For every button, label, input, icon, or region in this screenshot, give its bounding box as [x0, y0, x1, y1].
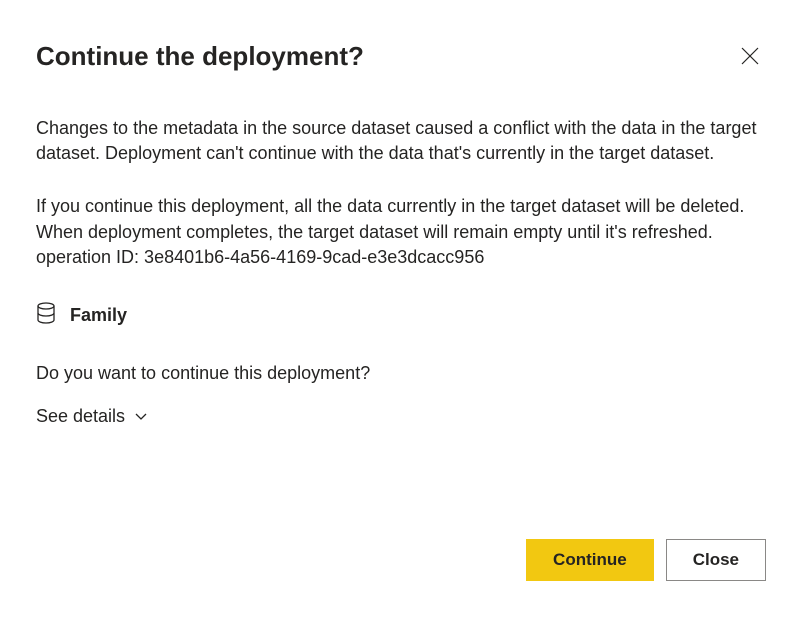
- close-icon[interactable]: [734, 40, 766, 72]
- dataset-name: Family: [70, 305, 127, 326]
- dataset-row: Family: [36, 302, 766, 329]
- dialog-body-paragraph-1: Changes to the metadata in the source da…: [36, 116, 766, 166]
- dataset-icon: [36, 302, 56, 329]
- deployment-confirm-dialog: Continue the deployment? Changes to the …: [36, 40, 766, 581]
- dialog-header: Continue the deployment?: [36, 40, 766, 72]
- close-button[interactable]: Close: [666, 539, 766, 581]
- confirm-prompt: Do you want to continue this deployment?: [36, 363, 766, 384]
- dialog-title: Continue the deployment?: [36, 41, 364, 72]
- see-details-label: See details: [36, 406, 125, 427]
- see-details-toggle[interactable]: See details: [36, 406, 149, 427]
- chevron-down-icon: [133, 408, 149, 424]
- dialog-footer: Continue Close: [526, 539, 766, 581]
- dialog-body-paragraph-2: If you continue this deployment, all the…: [36, 194, 766, 270]
- continue-button[interactable]: Continue: [526, 539, 654, 581]
